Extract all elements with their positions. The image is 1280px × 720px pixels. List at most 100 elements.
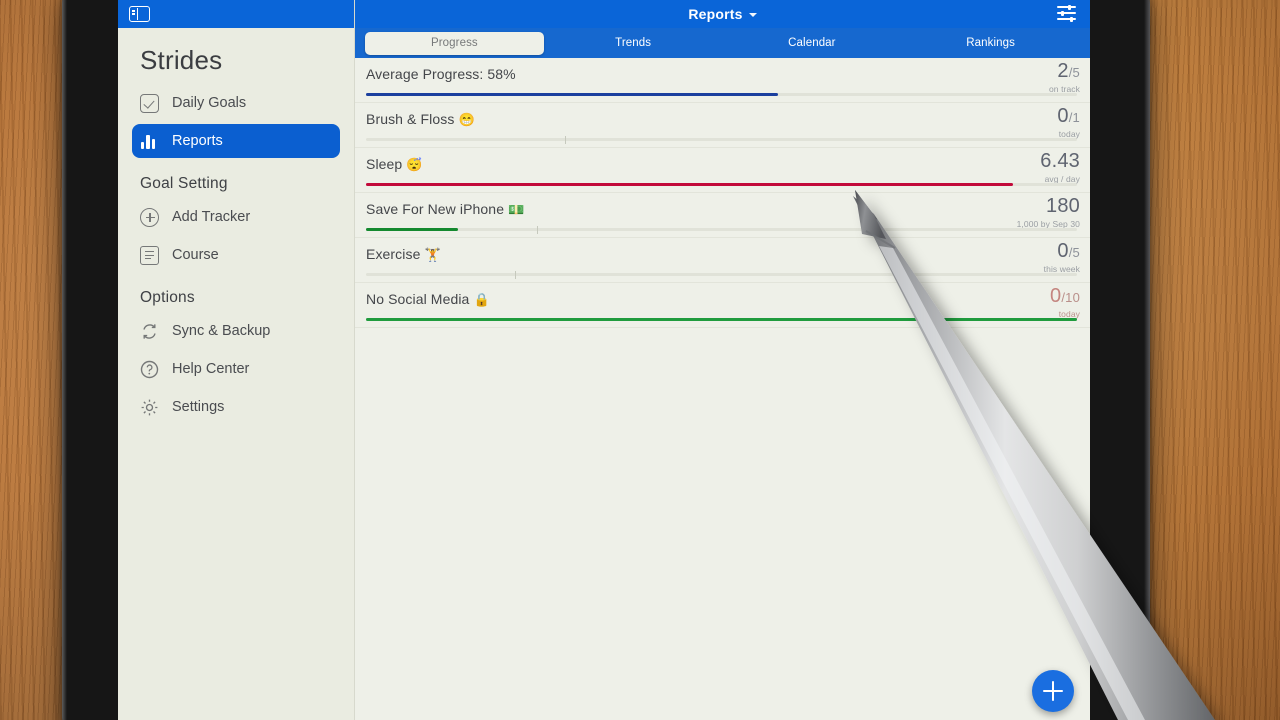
row-label-text: Exercise: [366, 246, 421, 262]
row-label: Average Progress: 58%: [366, 66, 516, 82]
sidebar-item-daily-goals[interactable]: Daily Goals: [132, 86, 340, 120]
row-value-numerator: 0: [1057, 105, 1069, 127]
row-label: Sleep 😴: [366, 156, 423, 173]
progress-track: [366, 183, 1077, 186]
sidebar-section-options: Options: [140, 289, 195, 306]
row-value-denominator: /5: [1068, 245, 1080, 260]
row-label: Exercise 🏋️: [366, 246, 441, 263]
row-value-number: 0/10: [1050, 286, 1080, 306]
row-value-denominator: /5: [1068, 65, 1080, 80]
sidebar-item-label: Add Tracker: [172, 209, 251, 225]
row-label-text: Brush & Floss: [366, 111, 455, 127]
row-value-numerator: 0: [1050, 285, 1062, 307]
row-value-number: 0/5: [1044, 241, 1080, 261]
photo-scene: Strides Daily Goals Reports Goal Setting…: [0, 0, 1280, 720]
row-value-denominator: /10: [1061, 290, 1080, 305]
row-value: 6.43 avg / day: [1040, 151, 1080, 184]
tab-progress[interactable]: Progress: [365, 31, 544, 55]
app-title: Strides: [140, 45, 223, 75]
progress-row[interactable]: Save For New iPhone 💵 180 1,000 by Sep 30: [355, 193, 1090, 238]
sidebar-item-label: Daily Goals: [172, 95, 247, 111]
sidebar-item-settings[interactable]: Settings: [132, 390, 340, 424]
row-value-numerator: 180: [1046, 195, 1080, 217]
progress-track: [366, 270, 1077, 279]
gear-icon: [140, 398, 159, 417]
bar-chart-icon: [140, 132, 159, 151]
row-label-text: Average Progress: 58%: [366, 66, 516, 82]
row-value-denominator: /1: [1068, 110, 1080, 125]
progress-fill: [366, 228, 459, 231]
tablet-screen: Strides Daily Goals Reports Goal Setting…: [118, 0, 1090, 720]
sidebar-item-label: Sync & Backup: [172, 323, 271, 339]
progress-list: Average Progress: 58% 2/5 on track Brush & …: [355, 58, 1090, 328]
row-value-number: 2/5: [1049, 61, 1080, 81]
sidebar: Strides Daily Goals Reports Goal Setting…: [118, 0, 355, 720]
progress-track: [366, 93, 1077, 96]
sidebar-item-help-center[interactable]: Help Center: [132, 352, 340, 386]
progress-track: [366, 225, 1077, 234]
progress-marker: [515, 270, 517, 279]
row-value: 180 1,000 by Sep 30: [1017, 196, 1080, 229]
sidebar-item-label: Course: [172, 247, 219, 263]
row-value: 0/10 today: [1050, 286, 1080, 319]
progress-track: [366, 318, 1077, 321]
progress-fill: [366, 93, 779, 96]
row-emoji: 😴: [406, 157, 423, 172]
progress-fill: [366, 318, 1077, 321]
tab-trends[interactable]: Trends: [544, 32, 723, 55]
row-value-number: 180: [1017, 196, 1080, 216]
tab-rankings[interactable]: Rankings: [901, 32, 1080, 55]
sidebar-item-reports[interactable]: Reports: [132, 124, 340, 158]
progress-row[interactable]: Exercise 🏋️ 0/5 this week: [355, 238, 1090, 283]
sidebar-item-add-tracker[interactable]: Add Tracker: [132, 200, 340, 234]
tab-calendar[interactable]: Calendar: [723, 32, 902, 55]
tablet-device: Strides Daily Goals Reports Goal Setting…: [62, 0, 1150, 720]
progress-track: [366, 135, 1077, 144]
main-content: Reports Progress Trends Calendar Ranking…: [355, 0, 1090, 720]
chevron-down-icon: [748, 13, 757, 17]
row-label-text: Sleep: [366, 156, 403, 172]
row-value-number: 6.43: [1040, 151, 1080, 171]
row-emoji: 😁: [458, 112, 475, 127]
progress-row[interactable]: Average Progress: 58% 2/5 on track: [355, 58, 1090, 103]
app-header: Reports: [355, 0, 1090, 28]
plus-circle-icon: [140, 207, 159, 227]
checkbox-icon: [140, 93, 159, 113]
row-value: 0/1 today: [1057, 106, 1080, 139]
row-label-text: No Social Media: [366, 291, 470, 307]
sidebar-toggle-icon[interactable]: [129, 6, 150, 22]
filter-sliders-icon[interactable]: [1057, 4, 1076, 22]
document-icon: [140, 245, 159, 265]
sidebar-item-label: Reports: [172, 133, 223, 149]
page-title: Reports: [688, 6, 743, 22]
progress-marker: [565, 135, 567, 144]
sidebar-item-course[interactable]: Course: [132, 238, 340, 272]
progress-row[interactable]: Brush & Floss 😁 0/1 today: [355, 103, 1090, 148]
add-button-fab[interactable]: [1032, 670, 1074, 712]
sync-icon: [140, 322, 159, 341]
row-label: No Social Media 🔒: [366, 291, 490, 308]
question-circle-icon: [140, 360, 159, 379]
progress-marker: [536, 225, 538, 234]
sidebar-item-label: Help Center: [172, 361, 250, 377]
tab-bar: Progress Trends Calendar Rankings: [355, 28, 1090, 58]
row-emoji: 🔒: [473, 292, 490, 307]
sidebar-topbar: [118, 0, 354, 28]
row-value-numerator: 6.43: [1040, 150, 1080, 172]
header-title-dropdown[interactable]: Reports: [688, 6, 757, 22]
row-value-number: 0/1: [1057, 106, 1080, 126]
progress-fill: [366, 183, 1013, 186]
sidebar-item-sync-backup[interactable]: Sync & Backup: [132, 314, 340, 348]
row-label: Save For New iPhone 💵: [366, 201, 524, 218]
row-label-text: Save For New iPhone: [366, 201, 505, 217]
row-value: 2/5 on track: [1049, 61, 1080, 94]
progress-row[interactable]: No Social Media 🔒 0/10 today: [355, 283, 1090, 328]
progress-row[interactable]: Sleep 😴 6.43 avg / day: [355, 148, 1090, 193]
row-value-numerator: 0: [1057, 240, 1069, 262]
row-value: 0/5 this week: [1044, 241, 1080, 274]
row-label: Brush & Floss 😁: [366, 111, 475, 128]
sidebar-section-goal-setting: Goal Setting: [140, 175, 228, 192]
row-emoji: 💵: [508, 202, 525, 217]
row-value-numerator: 2: [1057, 60, 1069, 82]
row-emoji: 🏋️: [424, 247, 441, 262]
